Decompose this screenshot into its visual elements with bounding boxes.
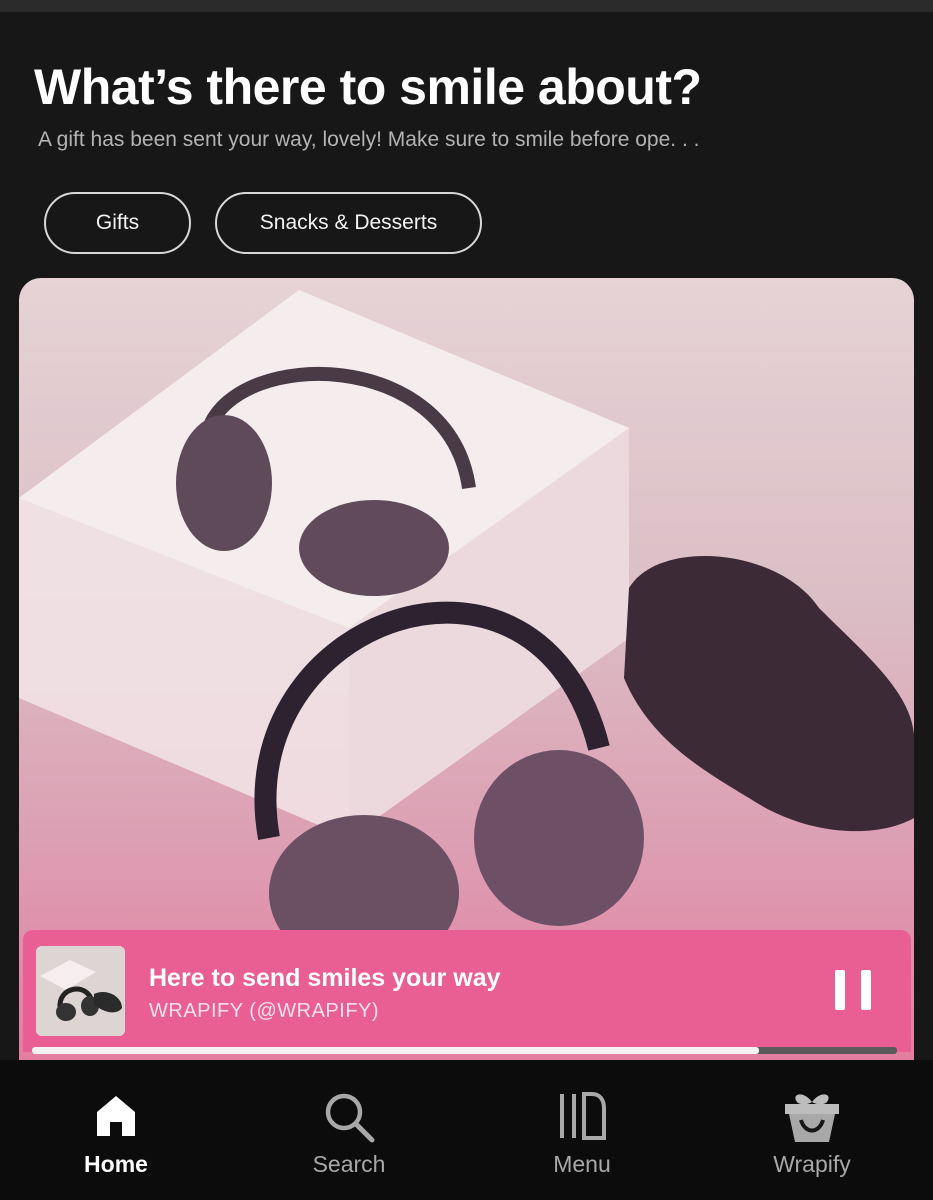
nav-search-label: Search bbox=[312, 1151, 386, 1177]
nav-menu-label: Menu bbox=[553, 1151, 611, 1177]
home-icon bbox=[97, 1096, 135, 1136]
nav-search[interactable]: Search bbox=[249, 1060, 449, 1200]
nav-wrapify[interactable]: Wrapify bbox=[712, 1060, 912, 1200]
nav-wrapify-label: Wrapify bbox=[773, 1151, 851, 1177]
chip-gifts[interactable]: Gifts bbox=[44, 192, 191, 254]
pause-icon[interactable] bbox=[835, 970, 871, 1014]
playback-progress-fill bbox=[32, 1047, 759, 1054]
status-bar bbox=[0, 0, 933, 12]
album-thumbnail bbox=[36, 946, 125, 1036]
nav-menu[interactable]: Menu bbox=[482, 1060, 682, 1200]
nav-home[interactable]: Home bbox=[16, 1060, 216, 1200]
nav-home-label: Home bbox=[84, 1151, 148, 1177]
page-title: What’s there to smile about? bbox=[34, 59, 702, 115]
track-title: Here to send smiles your way bbox=[149, 964, 501, 992]
chip-snacks-desserts[interactable]: Snacks & Desserts bbox=[215, 192, 482, 254]
playback-progress[interactable] bbox=[32, 1047, 897, 1054]
gift-icon bbox=[785, 1094, 839, 1142]
track-artist: WRAPIFY (@WRAPIFY) bbox=[149, 1000, 380, 1022]
menu-icon bbox=[560, 1092, 606, 1140]
now-playing-bar[interactable]: Here to send smiles your way WRAPIFY (@W… bbox=[23, 930, 911, 1052]
search-icon bbox=[325, 1093, 375, 1143]
bottom-nav: Home Search Menu Wrapify bbox=[0, 1060, 933, 1200]
page-subtitle: A gift has been sent your way, lovely! M… bbox=[38, 128, 700, 151]
